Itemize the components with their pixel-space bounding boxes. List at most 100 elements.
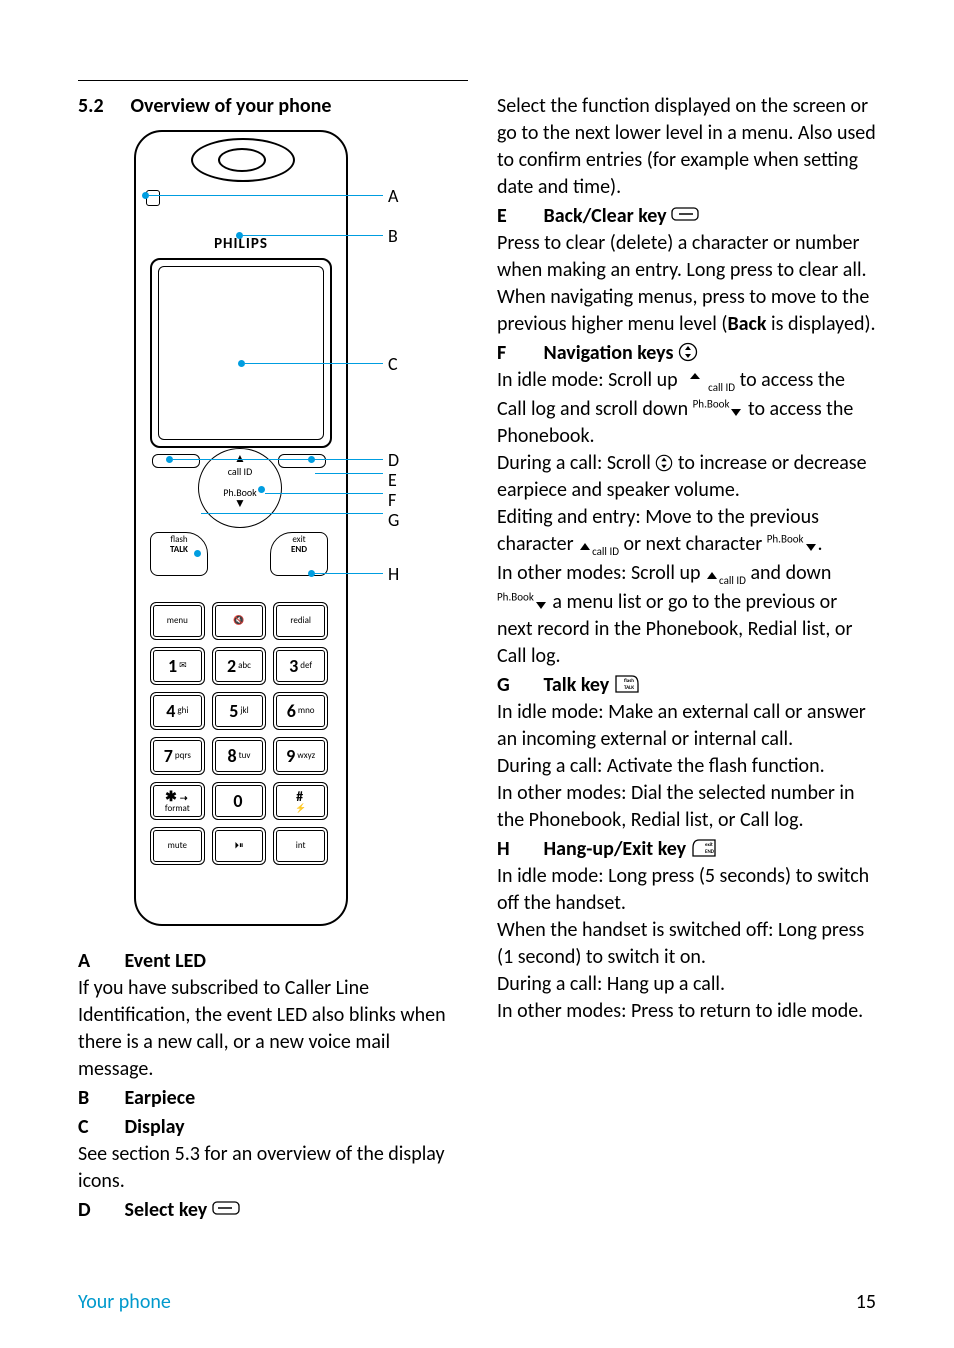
- phone-diagram: PHILIPS ▲ call ID Ph.Book ▼: [78, 130, 408, 930]
- item-h-title: Hang-up/Exit key: [544, 837, 691, 861]
- f-l2a: During a call: Scroll: [497, 451, 655, 475]
- key-8: 8tuv: [212, 737, 267, 775]
- item-e-body2-bold: Back: [727, 312, 766, 336]
- rule: [78, 80, 468, 81]
- line-d: [173, 459, 383, 460]
- line-e: [315, 473, 383, 474]
- item-e-head: E Back/Clear key: [497, 203, 876, 230]
- key-menu: menu: [150, 602, 205, 640]
- key-redial: redial: [273, 602, 328, 640]
- dot-g: [194, 550, 201, 557]
- f-l1a: In idle mode: Scroll up: [497, 368, 682, 392]
- callout-c: C: [388, 352, 398, 376]
- item-c-body: See section 5.3 for an overview of the d…: [78, 1141, 457, 1195]
- svg-text:TALK: TALK: [624, 685, 634, 691]
- item-f-l2: During a call: Scroll to increase or dec…: [497, 450, 876, 504]
- item-f-l3: Editing and entry: Move to the previous …: [497, 504, 876, 560]
- key-0: 0: [212, 782, 267, 820]
- item-a-head: A Event LED: [78, 948, 457, 975]
- scroll-down-icon-3: [534, 599, 548, 611]
- item-h-head: H Hang-up/Exit key exitEND: [497, 836, 876, 863]
- line-g: [201, 513, 383, 514]
- item-f-l4: In other modes: Scroll up call ID and do…: [497, 560, 876, 670]
- item-g-l1: In idle mode: Make an external call or a…: [497, 699, 876, 753]
- section-title: 5.2 Overview of your phone: [78, 93, 457, 120]
- item-g-l2: During a call: Activate the flash functi…: [497, 753, 876, 780]
- key-6: 6mno: [273, 692, 328, 730]
- svg-text:exit: exit: [705, 842, 713, 848]
- end-key-icon: exitEND: [691, 838, 717, 858]
- phbook-sup: Ph.Book: [693, 397, 730, 410]
- item-f-head: F Navigation keys: [497, 340, 876, 367]
- item-f-title: Navigation keys: [544, 341, 678, 365]
- item-a-title: Event LED: [125, 949, 206, 973]
- item-c-letter: C: [78, 1114, 120, 1141]
- key-4: 4ghi: [150, 692, 205, 730]
- item-d-letter: D: [78, 1197, 120, 1224]
- page: 5.2 Overview of your phone PHILIPS: [0, 0, 954, 1348]
- dot-h: [308, 570, 315, 577]
- item-a-body: If you have subscribed to Caller Line Id…: [78, 975, 457, 1083]
- item-e-body1: Press to clear (delete) a character or n…: [497, 230, 876, 284]
- key-tape: ⏵⏸: [212, 827, 267, 865]
- callid-sub-2: call ID: [592, 545, 619, 558]
- dot-b: [236, 232, 243, 239]
- end-key: exit END: [270, 532, 328, 576]
- item-d-title: Select key: [125, 1198, 212, 1222]
- keypad: menu 🔇 redial 1✉ 2abc 3def 4ghi 5jkl 6mn…: [150, 602, 328, 865]
- back-key-icon: [671, 207, 699, 225]
- line-c: [245, 363, 383, 364]
- nav-key-icon-2: [655, 454, 673, 472]
- scroll-up-icon-2: [578, 541, 592, 553]
- key-5: 5jkl: [212, 692, 267, 730]
- item-h-l4: In other modes: Press to return to idle …: [497, 998, 876, 1025]
- dot-d: [166, 456, 173, 463]
- dot-c: [238, 360, 245, 367]
- dot-a: [142, 192, 149, 199]
- screen-inner: [158, 266, 324, 440]
- section-number: 5.2: [78, 93, 126, 120]
- item-d-body: Select the function displayed on the scr…: [497, 93, 876, 201]
- item-e-letter: E: [497, 203, 539, 230]
- item-c-head: C Display: [78, 1114, 457, 1141]
- line-b: [243, 235, 383, 236]
- item-g-title: Talk key: [544, 673, 614, 697]
- key-hash: #⚡: [273, 782, 328, 820]
- columns: 5.2 Overview of your phone PHILIPS: [78, 93, 876, 1224]
- item-e-body2: When navigating menus, press to move to …: [497, 284, 876, 338]
- callout-b: B: [388, 224, 398, 248]
- key-star: ✱ ⇢format: [150, 782, 205, 820]
- item-h-letter: H: [497, 836, 539, 863]
- left-column: 5.2 Overview of your phone PHILIPS: [78, 93, 457, 1224]
- callout-h: H: [388, 562, 399, 586]
- scroll-down-icon: [729, 406, 743, 418]
- callout-a: A: [388, 184, 398, 208]
- line-h: [315, 573, 383, 574]
- item-e-body2b: is displayed).: [767, 312, 876, 336]
- footer: Your phone 15: [78, 1290, 876, 1314]
- right-column: Select the function displayed on the scr…: [497, 93, 876, 1224]
- item-g-l3: In other modes: Dial the selected number…: [497, 780, 876, 834]
- talk-key-icon: flashTALK: [614, 674, 640, 694]
- item-f-letter: F: [497, 340, 539, 367]
- scroll-up-icon: [682, 371, 708, 389]
- nav-down-icon: ▼: [199, 498, 281, 511]
- key-3: 3def: [273, 647, 328, 685]
- phbook-sup-2: Ph.Book: [767, 532, 804, 545]
- key-9: 9wxyz: [273, 737, 328, 775]
- key-7: 7pqrs: [150, 737, 205, 775]
- handset-outline: PHILIPS ▲ call ID Ph.Book ▼: [134, 130, 348, 926]
- key-int: int: [273, 827, 328, 865]
- scroll-down-icon-2: [804, 541, 818, 553]
- item-d-head: D Select key: [78, 1197, 457, 1224]
- callid-sub-3: call ID: [719, 574, 746, 587]
- item-b-head: B Earpiece: [78, 1085, 457, 1112]
- dot-e: [308, 456, 315, 463]
- line-f: [265, 493, 383, 494]
- f-l4a: In other modes: Scroll up: [497, 561, 705, 585]
- item-b-title: Earpiece: [125, 1086, 196, 1110]
- f-l4c: a menu list or go to the previous or nex…: [497, 590, 852, 668]
- nav-up-label: call ID: [199, 466, 281, 477]
- scroll-up-icon-3: [705, 570, 719, 582]
- earpiece-grill-inner: [218, 148, 266, 172]
